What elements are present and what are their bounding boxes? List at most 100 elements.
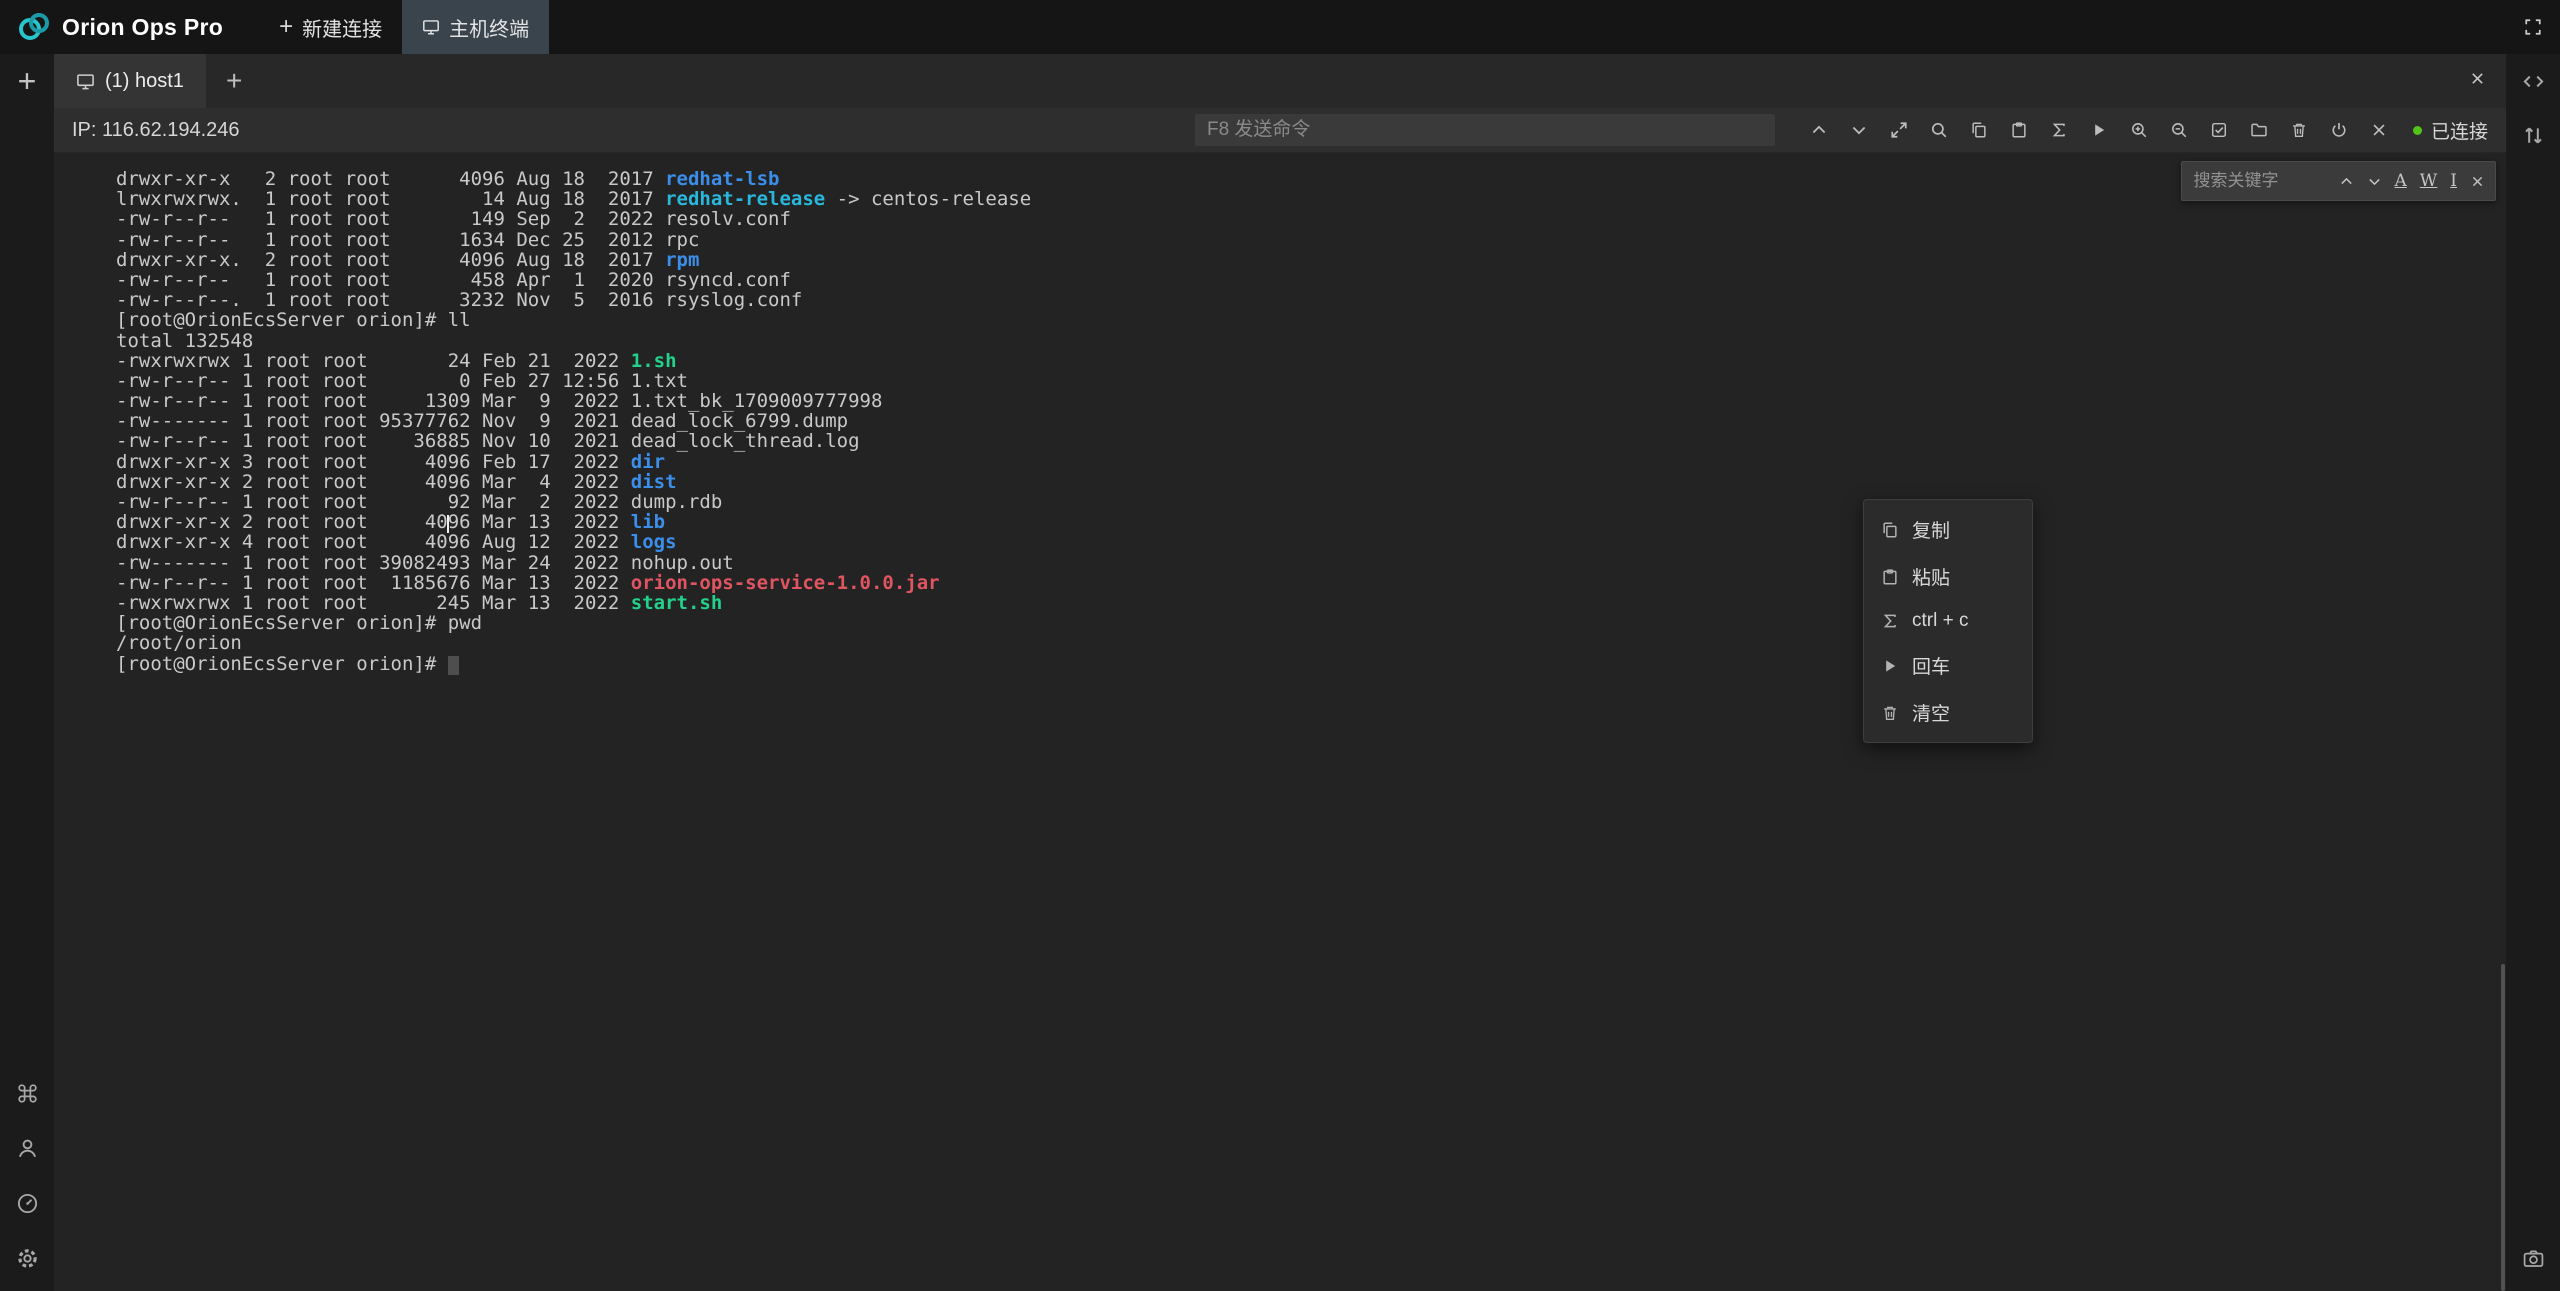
terminal-line: drwxr-xr-x 4 root root 4096 Aug 12 2022 … — [116, 532, 1031, 552]
terminal-text: lrwxrwxrwx. 1 root root 14 Aug 18 2017 — [116, 188, 665, 210]
terminal-line: drwxr-xr-x 3 root root 4096 Feb 17 2022 … — [116, 452, 1031, 472]
context-menu-item[interactable]: 清空 — [1864, 689, 2032, 736]
terminal-area[interactable]: drwxr-xr-x 2 root root 4096 Aug 18 2017 … — [54, 153, 2506, 1291]
terminal-line: -rw-r--r-- 1 root root 0 Feb 27 12:56 1.… — [116, 371, 1031, 391]
search-prev-icon[interactable] — [2339, 174, 2354, 189]
terminal-text: 96 Mar 13 2022 — [448, 511, 631, 533]
terminal-text: -rw-r--r-- 1 root root 1185676 Mar 13 20… — [116, 572, 631, 594]
tab-label: (1) host1 — [105, 70, 184, 93]
checkbox-icon — [2210, 121, 2228, 139]
sigma-icon — [1881, 612, 1899, 630]
chevron-down-icon — [1850, 121, 1868, 139]
sigma-button[interactable] — [2039, 110, 2079, 150]
terminal-text: logs — [631, 531, 677, 553]
terminal-text: orion-ops-service-1.0.0.jar — [631, 572, 940, 594]
search-option-w[interactable]: W — [2420, 171, 2437, 191]
terminal-text: -> centos-release — [825, 188, 1031, 210]
terminal-line: drwxr-xr-x. 2 root root 4096 Aug 18 2017… — [116, 250, 1031, 270]
play-icon — [2090, 121, 2108, 139]
terminal-text: -rw-r--r-- 1 root root 458 Apr 1 2020 rs… — [116, 269, 791, 291]
terminal-icon — [76, 72, 95, 91]
terminal-output: drwxr-xr-x 2 root root 4096 Aug 18 2017 … — [116, 169, 1031, 674]
terminal-line: -rw-r--r-- 1 root root 1185676 Mar 13 20… — [116, 573, 1031, 593]
connection-status: 已连接 — [2413, 117, 2488, 144]
checkbox-button[interactable] — [2199, 110, 2239, 150]
window-fullscreen-button[interactable] — [2506, 0, 2560, 54]
search-option-a[interactable]: A — [2395, 171, 2407, 191]
terminal-text: [root@OrionEcsServer orion]# — [116, 653, 448, 675]
trash-button[interactable] — [2279, 110, 2319, 150]
terminal-scrollbar[interactable] — [2501, 964, 2505, 1291]
left-rail: + — [0, 54, 54, 1291]
terminal-line: -rw-r--r-- 1 root root 92 Mar 2 2022 dum… — [116, 492, 1031, 512]
status-dot-icon — [2413, 126, 2422, 135]
zoom-in-button[interactable] — [2119, 110, 2159, 150]
play-button[interactable] — [2079, 110, 2119, 150]
terminal-text: drwxr-xr-x 3 root root 4096 Feb 17 2022 — [116, 451, 631, 473]
terminal-toolbar: IP: 116.62.194.246 已连接 — [54, 108, 2506, 153]
tab-host1[interactable]: (1) host1 — [54, 54, 206, 108]
context-menu-label: 清空 — [1912, 699, 1950, 726]
context-menu-item[interactable]: 粘贴 — [1864, 553, 2032, 600]
close-icon — [2370, 121, 2388, 139]
terminal-line: drwxr-xr-x 2 root root 4096 Aug 18 2017 … — [116, 169, 1031, 189]
zoom-out-button[interactable] — [2159, 110, 2199, 150]
terminal-text: redhat-lsb — [665, 168, 779, 190]
chevron-up-button[interactable] — [1799, 110, 1839, 150]
terminal-text: -rw------- 1 root root 39082493 Mar 24 2… — [116, 552, 734, 574]
context-menu-item[interactable]: ctrl + c — [1864, 600, 2032, 642]
send-command-input[interactable] — [1195, 114, 1775, 146]
host-terminal-label: 主机终端 — [449, 13, 529, 42]
copy-button[interactable] — [1959, 110, 1999, 150]
close-tab-button[interactable] — [2469, 70, 2486, 92]
new-tab-button[interactable]: + — [226, 67, 242, 95]
code-button[interactable] — [2506, 54, 2560, 108]
context-menu-item[interactable]: 复制 — [1864, 506, 2032, 553]
search-input[interactable] — [2192, 167, 2326, 195]
power-icon — [2330, 121, 2348, 139]
folder-button[interactable] — [2239, 110, 2279, 150]
terminal-text: -rw------- 1 root root 95377762 Nov 9 20… — [116, 410, 848, 432]
user-button[interactable] — [0, 1126, 54, 1171]
dashboard-button[interactable] — [0, 1181, 54, 1226]
search-option-i[interactable]: I — [2450, 171, 2457, 191]
terminal-text: drwxr-xr-x 2 root root 4096 Mar 4 2022 — [116, 471, 631, 493]
search-next-icon[interactable] — [2367, 174, 2382, 189]
expand-icon — [1890, 121, 1908, 139]
terminal-text: drwxr-xr-x 2 root root 40 — [116, 511, 448, 533]
app-title: Orion Ops Pro — [62, 14, 223, 41]
camera-icon — [2522, 1247, 2545, 1270]
search-button[interactable] — [1919, 110, 1959, 150]
toolbar-icon-group — [1799, 110, 2399, 150]
right-rail-top — [2506, 54, 2560, 162]
terminal-line: -rw------- 1 root root 95377762 Nov 9 20… — [116, 411, 1031, 431]
terminal-line: drwxr-xr-x 2 root root 4096 Mar 4 2022 d… — [116, 472, 1031, 492]
terminal-line: -rw-r--r-- 1 root root 458 Apr 1 2020 rs… — [116, 270, 1031, 290]
search-close-icon[interactable] — [2470, 174, 2485, 189]
context-menu-label: 复制 — [1912, 516, 1950, 543]
host-terminal-nav[interactable]: 主机终端 — [402, 0, 549, 54]
terminal-line: [root@OrionEcsServer orion]# pwd — [116, 613, 1031, 633]
close-button[interactable] — [2359, 110, 2399, 150]
user-icon — [16, 1137, 39, 1160]
app-logo-icon — [16, 9, 52, 45]
gear-button[interactable] — [0, 1236, 54, 1281]
terminal-line: drwxr-xr-x 2 root root 4096 Mar 13 2022 … — [116, 512, 1031, 532]
new-session-button[interactable]: + — [0, 54, 54, 108]
fullscreen-icon — [2524, 18, 2542, 36]
right-rail-bottom — [2506, 1236, 2560, 1291]
terminal-text: 1.sh — [631, 350, 677, 372]
context-menu-item[interactable]: 回车 — [1864, 642, 2032, 689]
terminal-text: redhat-release — [665, 188, 825, 210]
terminal-line: -rw-r--r-- 1 root root 149 Sep 2 2022 re… — [116, 209, 1031, 229]
camera-button[interactable] — [2506, 1236, 2560, 1281]
new-connection-nav[interactable]: + 新建连接 — [259, 0, 402, 54]
sort-button[interactable] — [2506, 108, 2560, 162]
expand-button[interactable] — [1879, 110, 1919, 150]
context-menu-label: 回车 — [1912, 652, 1950, 679]
chevron-down-button[interactable] — [1839, 110, 1879, 150]
power-button[interactable] — [2319, 110, 2359, 150]
paste-button[interactable] — [1999, 110, 2039, 150]
command-button[interactable] — [0, 1071, 54, 1116]
terminal-text: -rw-r--r-- 1 root root 149 Sep 2 2022 re… — [116, 208, 791, 230]
